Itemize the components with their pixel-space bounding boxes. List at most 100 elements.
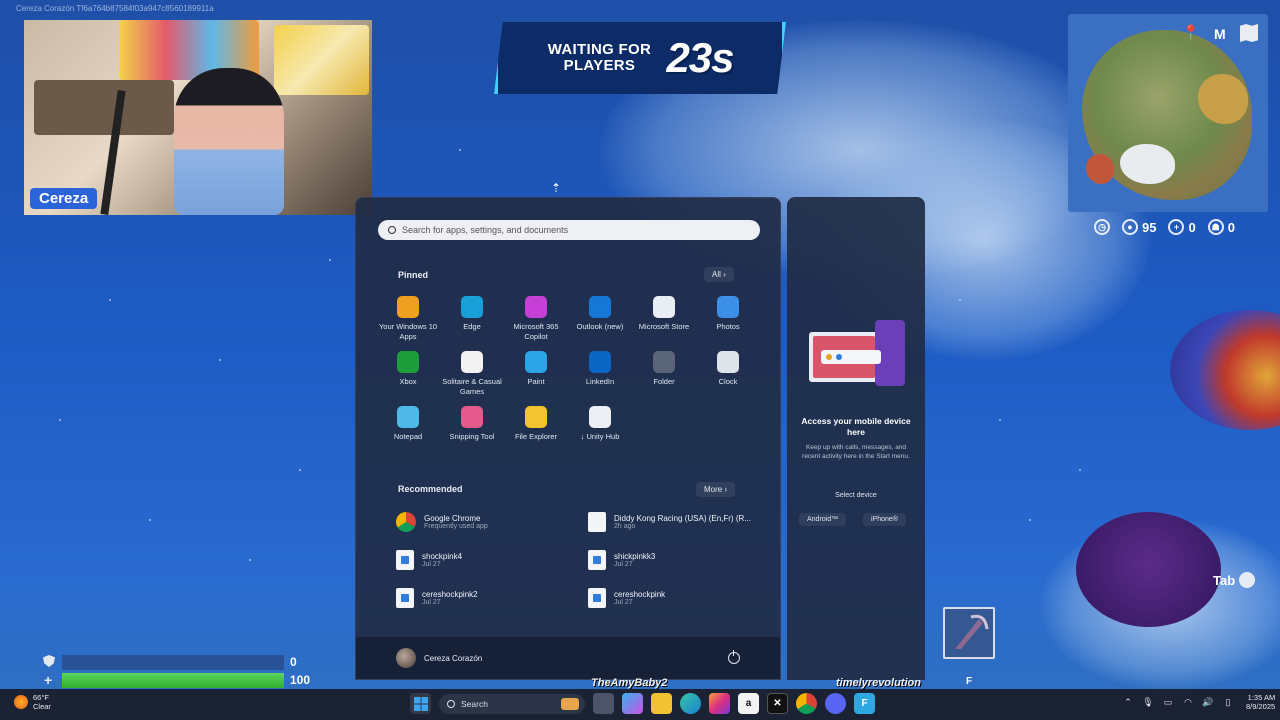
recommended-item-subtitle: Jul 27 [422,561,441,568]
pinned-app[interactable]: Outlook (new) [568,296,632,341]
pinned-app[interactable]: Your Windows 10 Apps [376,296,440,341]
recommended-item-subtitle: Jul 27 [614,599,633,606]
file-thumbnail [401,594,409,602]
taskbar-search[interactable]: Search [439,693,585,714]
minimap[interactable]: 📍 M [1068,14,1268,212]
pinned-app[interactable]: Paint [504,351,568,396]
file-explorer-icon[interactable] [651,693,672,714]
pinned-app[interactable]: Snipping Tool [440,406,504,442]
pinned-app[interactable]: Microsoft 365 Copilot [504,296,568,341]
windows-logo-icon [413,696,428,711]
pinned-app[interactable]: Folder [632,351,696,396]
pinned-app-label: LinkedIn [585,377,615,386]
recommended-item[interactable]: shickpinkk3 Jul 27 [588,546,766,574]
microphone-icon[interactable]: 🎙 [1142,696,1154,708]
pinned-app[interactable]: Notepad [376,406,440,442]
recommended-item[interactable]: cereshockpink2 Jul 27 [396,584,588,612]
more-button[interactable]: More › [696,482,736,497]
eliminations-count: 0 [1188,219,1196,235]
player-icon: ● [1122,219,1138,235]
taskbar-apps: Search a ✕ F [410,693,875,714]
pinned-app[interactable]: Clock [696,351,760,396]
paint-icon [525,351,547,373]
x-icon[interactable]: ✕ [767,693,788,714]
notepad-icon [397,406,419,428]
chat-username: timelyrevolution [836,677,921,689]
taskbar: 66°F Clear Search a ✕ F ⌃ 🎙 ▭ ◠ 🔊 ▯ 1:35… [0,689,1280,720]
file-thumbnail [593,594,601,602]
hot-air-balloon [1170,310,1280,430]
search-placeholder: Search for apps, settings, and documents [402,225,569,235]
pinned-app[interactable]: Photos [696,296,760,341]
storm-timer-stat: ◷ [1094,219,1110,235]
recommended-item[interactable]: cereshockpink Jul 27 [588,584,766,612]
pinned-app[interactable]: Microsoft Store [632,296,696,341]
tab-hint: Tab [1213,572,1256,588]
amazon-icon[interactable]: a [738,693,759,714]
chevron-up-icon[interactable]: ⌃ [1122,696,1134,708]
unity-icon [589,406,611,428]
chrome-icon[interactable] [796,693,817,714]
pinned-title: Pinned [398,270,429,280]
recommended-item[interactable]: Diddy Kong Racing (USA) (En,Fr) (R... 2h … [588,508,766,536]
solitaire-icon [461,351,483,373]
start-menu: Search for apps, settings, and documents… [355,197,781,680]
health-bar [62,673,284,688]
m365-icon [525,296,547,318]
weather-icon [14,695,28,709]
pinned-app-label: File Explorer [514,432,558,441]
image-file-icon [588,588,606,608]
pinned-app[interactable]: LinkedIn [568,351,632,396]
pinned-app[interactable]: Solitaire & Casual Games [440,351,504,396]
network-icon[interactable]: ◠ [1182,696,1194,708]
pinned-app[interactable]: Edge [440,296,504,341]
pinned-app-label: Folder [653,377,675,386]
edge-icon[interactable] [680,693,701,714]
recommended-item-name: cereshockpink2 [422,590,478,599]
map-toggle-icon [1240,24,1258,42]
iphone-button[interactable]: iPhone® [863,513,906,526]
power-icon[interactable] [728,650,740,664]
folder-grid-icon [653,351,675,373]
display-icon[interactable]: ▭ [1162,696,1174,708]
weather-widget[interactable]: 66°F Clear [14,693,51,711]
photos-icon [717,296,739,318]
phone-panel-description: Keep up with calls, messages, and recent… [802,444,910,460]
pinned-app[interactable]: ↓ Unity Hub [568,406,632,442]
fortnite-icon[interactable]: F [854,693,875,714]
recommended-item[interactable]: shockpink4 Jul 27 [396,546,588,574]
pinned-app[interactable]: File Explorer [504,406,568,442]
hud-stats: ◷ ● 95 +0 ☗ 0 [1094,219,1235,235]
taskbar-clock[interactable]: 1:35 AM 8/9/2025 [1246,693,1275,711]
tab-key-label: Tab [1213,572,1236,588]
shield-value: 0 [290,655,297,669]
map-snow-region [1120,144,1175,184]
start-search-input[interactable]: Search for apps, settings, and documents [378,220,760,240]
recommended-item-subtitle: Jul 27 [614,561,633,568]
pinned-app[interactable]: Xbox [376,351,440,396]
user-account-button[interactable]: Cereza Corazón [396,648,482,668]
recommended-item[interactable]: Google Chrome Frequently used app [396,508,588,536]
document-icon [588,512,606,532]
pinned-app-label: Paint [527,377,545,386]
volume-icon[interactable]: 🔊 [1202,696,1214,708]
task-view-icon[interactable] [593,693,614,714]
pinned-app-label: ↓ Unity Hub [580,432,620,441]
inventory-slot[interactable] [943,607,995,659]
clock-icon: ◷ [1094,219,1110,235]
pinned-app-label: Microsoft Store [638,322,690,331]
all-apps-button[interactable]: All › [704,267,734,282]
copilot-icon[interactable] [622,693,643,714]
discord-icon[interactable] [825,693,846,714]
instagram-icon[interactable] [709,693,730,714]
waiting-text: WAITING FOR PLAYERS [547,41,652,74]
start-button[interactable] [410,693,431,714]
health-value: 100 [290,673,311,687]
file-thumbnail [401,556,409,564]
pinned-app-label: Snipping Tool [449,432,495,441]
android-button[interactable]: Android™ [799,513,847,526]
battery-icon[interactable]: ▯ [1222,696,1234,708]
search-highlight-icon [561,697,579,710]
players-remaining: 95 [1142,219,1157,235]
health-bar-fill [62,673,284,688]
